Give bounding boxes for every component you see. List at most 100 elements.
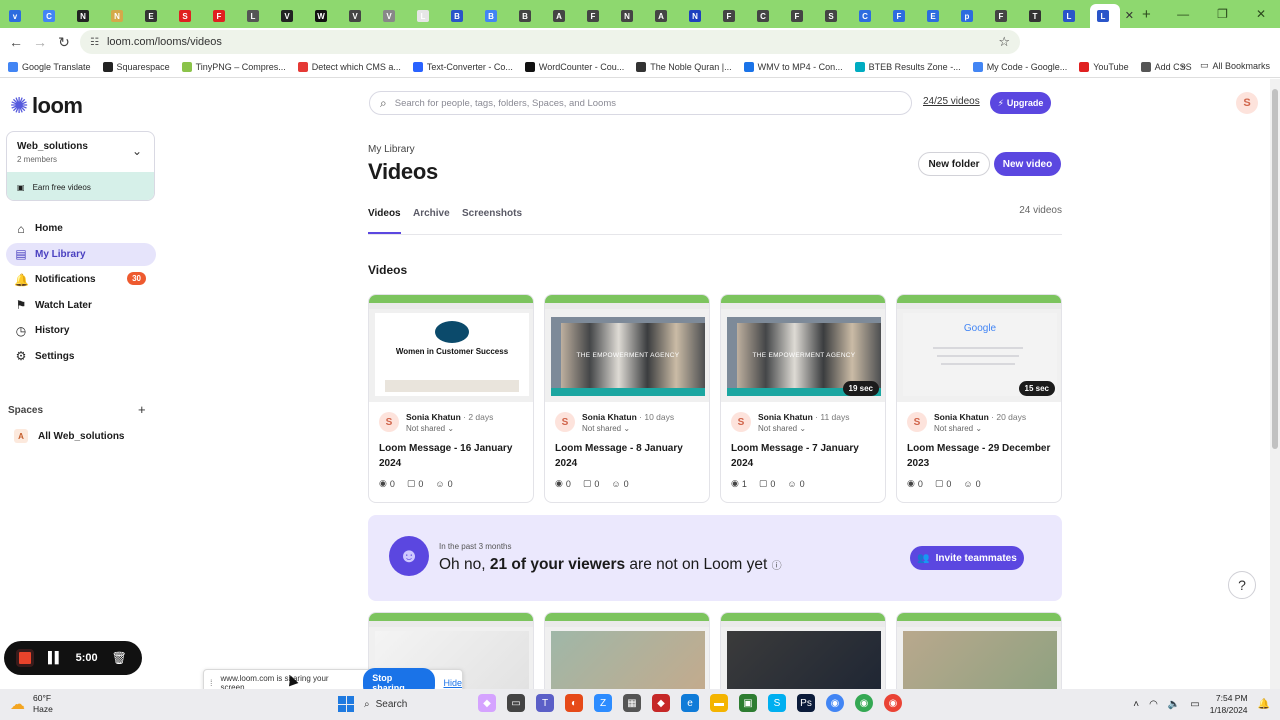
- bookmark-item[interactable]: YouTube: [1079, 61, 1129, 72]
- video-title[interactable]: Loom Message - 7 January 2024: [731, 441, 881, 471]
- browser-tab[interactable]: N: [104, 5, 138, 27]
- browser-tab[interactable]: F: [580, 5, 614, 27]
- maximize-icon[interactable]: ❐: [1217, 7, 1228, 21]
- clock[interactable]: 7:54 PM 1/18/2024: [1210, 692, 1248, 716]
- workspace-name[interactable]: Web_solutions: [17, 141, 88, 152]
- video-title[interactable]: Loom Message - 8 January 2024: [555, 441, 705, 471]
- close-window-icon[interactable]: ✕: [1256, 7, 1266, 21]
- browser-tab[interactable]: C: [36, 5, 70, 27]
- video-card[interactable]: Google 15 sec S Sonia Khatun · 20 days Not s…: [896, 294, 1062, 503]
- sidebar-item-home[interactable]: ⌂ Home: [6, 217, 156, 240]
- video-card[interactable]: [544, 612, 710, 689]
- tab-videos[interactable]: Videos: [368, 208, 401, 234]
- photoshop-icon[interactable]: Ps: [797, 694, 815, 712]
- browser-tab[interactable]: E: [138, 5, 172, 27]
- page-scrollbar[interactable]: [1270, 79, 1280, 689]
- browser-tab-active[interactable]: L ✕: [1090, 4, 1134, 28]
- browser-tab[interactable]: B: [512, 5, 546, 27]
- all-bookmarks-button[interactable]: ▭ All Bookmarks: [1200, 60, 1270, 71]
- browser-tab[interactable]: V: [274, 5, 308, 27]
- copilot-icon[interactable]: ◆: [478, 694, 496, 712]
- browser-tab[interactable]: F: [716, 5, 750, 27]
- video-card[interactable]: [720, 612, 886, 689]
- sidebar-item-notifications[interactable]: 🔔 Notifications 30: [6, 268, 156, 291]
- notifications-bell-icon[interactable]: 🔔: [1258, 699, 1270, 710]
- browser-tab[interactable]: F: [206, 5, 240, 27]
- video-title[interactable]: Loom Message - 29 December 2023: [907, 441, 1057, 471]
- upgrade-button[interactable]: ⚡ Upgrade: [990, 92, 1051, 114]
- browser-tab[interactable]: S: [172, 5, 206, 27]
- task-view-icon[interactable]: ▭: [507, 694, 525, 712]
- browser-tab[interactable]: L: [240, 5, 274, 27]
- more-bookmarks-icon[interactable]: »: [1181, 61, 1186, 71]
- minimize-icon[interactable]: —: [1177, 7, 1189, 21]
- chrome-profile-2-icon[interactable]: ◉: [855, 694, 873, 712]
- skype-icon[interactable]: S: [768, 694, 786, 712]
- bookmark-star-icon[interactable]: ☆: [998, 34, 1010, 50]
- chrome-profile-3-icon[interactable]: ◉: [884, 694, 902, 712]
- chevron-down-icon[interactable]: ⌄: [132, 144, 142, 158]
- video-thumbnail[interactable]: Women in Customer Success: [369, 295, 533, 402]
- tab-screenshots[interactable]: Screenshots: [462, 208, 522, 234]
- browser-tab[interactable]: N: [614, 5, 648, 27]
- forward-icon[interactable]: →: [28, 34, 52, 50]
- user-avatar[interactable]: S: [1236, 92, 1258, 114]
- author-name[interactable]: Sonia Khatun: [406, 412, 461, 422]
- breadcrumb[interactable]: My Library: [368, 144, 415, 155]
- search-input[interactable]: ⌕ Search for people, tags, folders, Spac…: [369, 91, 912, 115]
- author-name[interactable]: Sonia Khatun: [582, 412, 637, 422]
- taskbar-search[interactable]: ⌕ Search: [364, 694, 474, 715]
- trash-icon[interactable]: 🗑: [112, 651, 127, 665]
- video-thumbnail[interactable]: [721, 613, 885, 689]
- video-title[interactable]: Loom Message - 16 January 2024: [379, 441, 529, 471]
- browser-tab[interactable]: F: [886, 5, 920, 27]
- teams-icon[interactable]: T: [536, 694, 554, 712]
- browser-tab[interactable]: A: [546, 5, 580, 27]
- reload-icon[interactable]: ↻: [52, 34, 76, 51]
- video-card[interactable]: THE EMPOWERMENT AGENCY 19 sec S Sonia Khatu…: [720, 294, 886, 503]
- file-explorer-icon[interactable]: ▬: [710, 694, 728, 712]
- browser-tab[interactable]: p: [954, 5, 988, 27]
- windows-start-icon[interactable]: [338, 696, 354, 712]
- battery-icon[interactable]: ▭: [1190, 699, 1199, 710]
- earn-free-videos-button[interactable]: ▣ Earn free videos: [7, 172, 154, 200]
- bookmark-item[interactable]: WMV to MP4 - Con...: [743, 61, 843, 72]
- browser-tab[interactable]: B: [478, 5, 512, 27]
- browser-tab[interactable]: F: [988, 5, 1022, 27]
- scrollbar-thumb[interactable]: [1272, 89, 1278, 449]
- browser-tab[interactable]: L: [410, 5, 444, 27]
- sidebar-item-all-web-solutions[interactable]: A All Web_solutions: [14, 429, 125, 443]
- video-quota-link[interactable]: 24/25 videos: [923, 96, 980, 107]
- close-tab-icon[interactable]: ✕: [1125, 9, 1134, 22]
- browser-tab[interactable]: S: [818, 5, 852, 27]
- add-space-icon[interactable]: +: [138, 402, 146, 417]
- video-card[interactable]: Women in Customer Success S Sonia Khatun ·…: [368, 294, 534, 503]
- new-folder-button[interactable]: New folder: [918, 152, 990, 176]
- browser-tab[interactable]: V: [376, 5, 410, 27]
- share-status[interactable]: Not shared ⌄: [758, 424, 806, 433]
- video-thumbnail[interactable]: THE EMPOWERMENT AGENCY 19 sec: [721, 295, 885, 402]
- sidebar-item-watch-later[interactable]: ⚑ Watch Later: [6, 294, 156, 317]
- video-card[interactable]: [896, 612, 1062, 689]
- site-info-icon[interactable]: ☷: [90, 37, 99, 48]
- video-thumbnail[interactable]: Google 15 sec: [897, 295, 1061, 402]
- browser-tab[interactable]: L: [1056, 5, 1090, 27]
- chevron-up-icon[interactable]: ˄: [1133, 699, 1139, 710]
- sidebar-item-settings[interactable]: ⚙ Settings: [6, 345, 156, 368]
- chrome-icon[interactable]: ◉: [826, 694, 844, 712]
- video-thumbnail[interactable]: [897, 613, 1061, 689]
- bookmark-item[interactable]: The Noble Quran |...: [636, 61, 732, 72]
- edge-icon[interactable]: e: [681, 694, 699, 712]
- stop-recording-button[interactable]: [16, 649, 34, 667]
- info-icon[interactable]: ⓘ: [772, 561, 782, 572]
- volume-icon[interactable]: 🔈: [1168, 699, 1180, 710]
- help-button[interactable]: ?: [1228, 571, 1256, 599]
- sidebar-item-my-library[interactable]: ▤ My Library: [6, 242, 156, 266]
- bookmark-item[interactable]: My Code - Google...: [972, 61, 1067, 72]
- bookmark-item[interactable]: TinyPNG – Compres...: [181, 61, 286, 72]
- video-thumbnail[interactable]: [545, 613, 709, 689]
- browser-tab[interactable]: C: [852, 5, 886, 27]
- bookmark-item[interactable]: Text-Converter - Co...: [412, 61, 513, 72]
- video-card[interactable]: THE EMPOWERMENT AGENCY S Sonia Khatun · 10…: [544, 294, 710, 503]
- zoom-icon[interactable]: Z: [594, 694, 612, 712]
